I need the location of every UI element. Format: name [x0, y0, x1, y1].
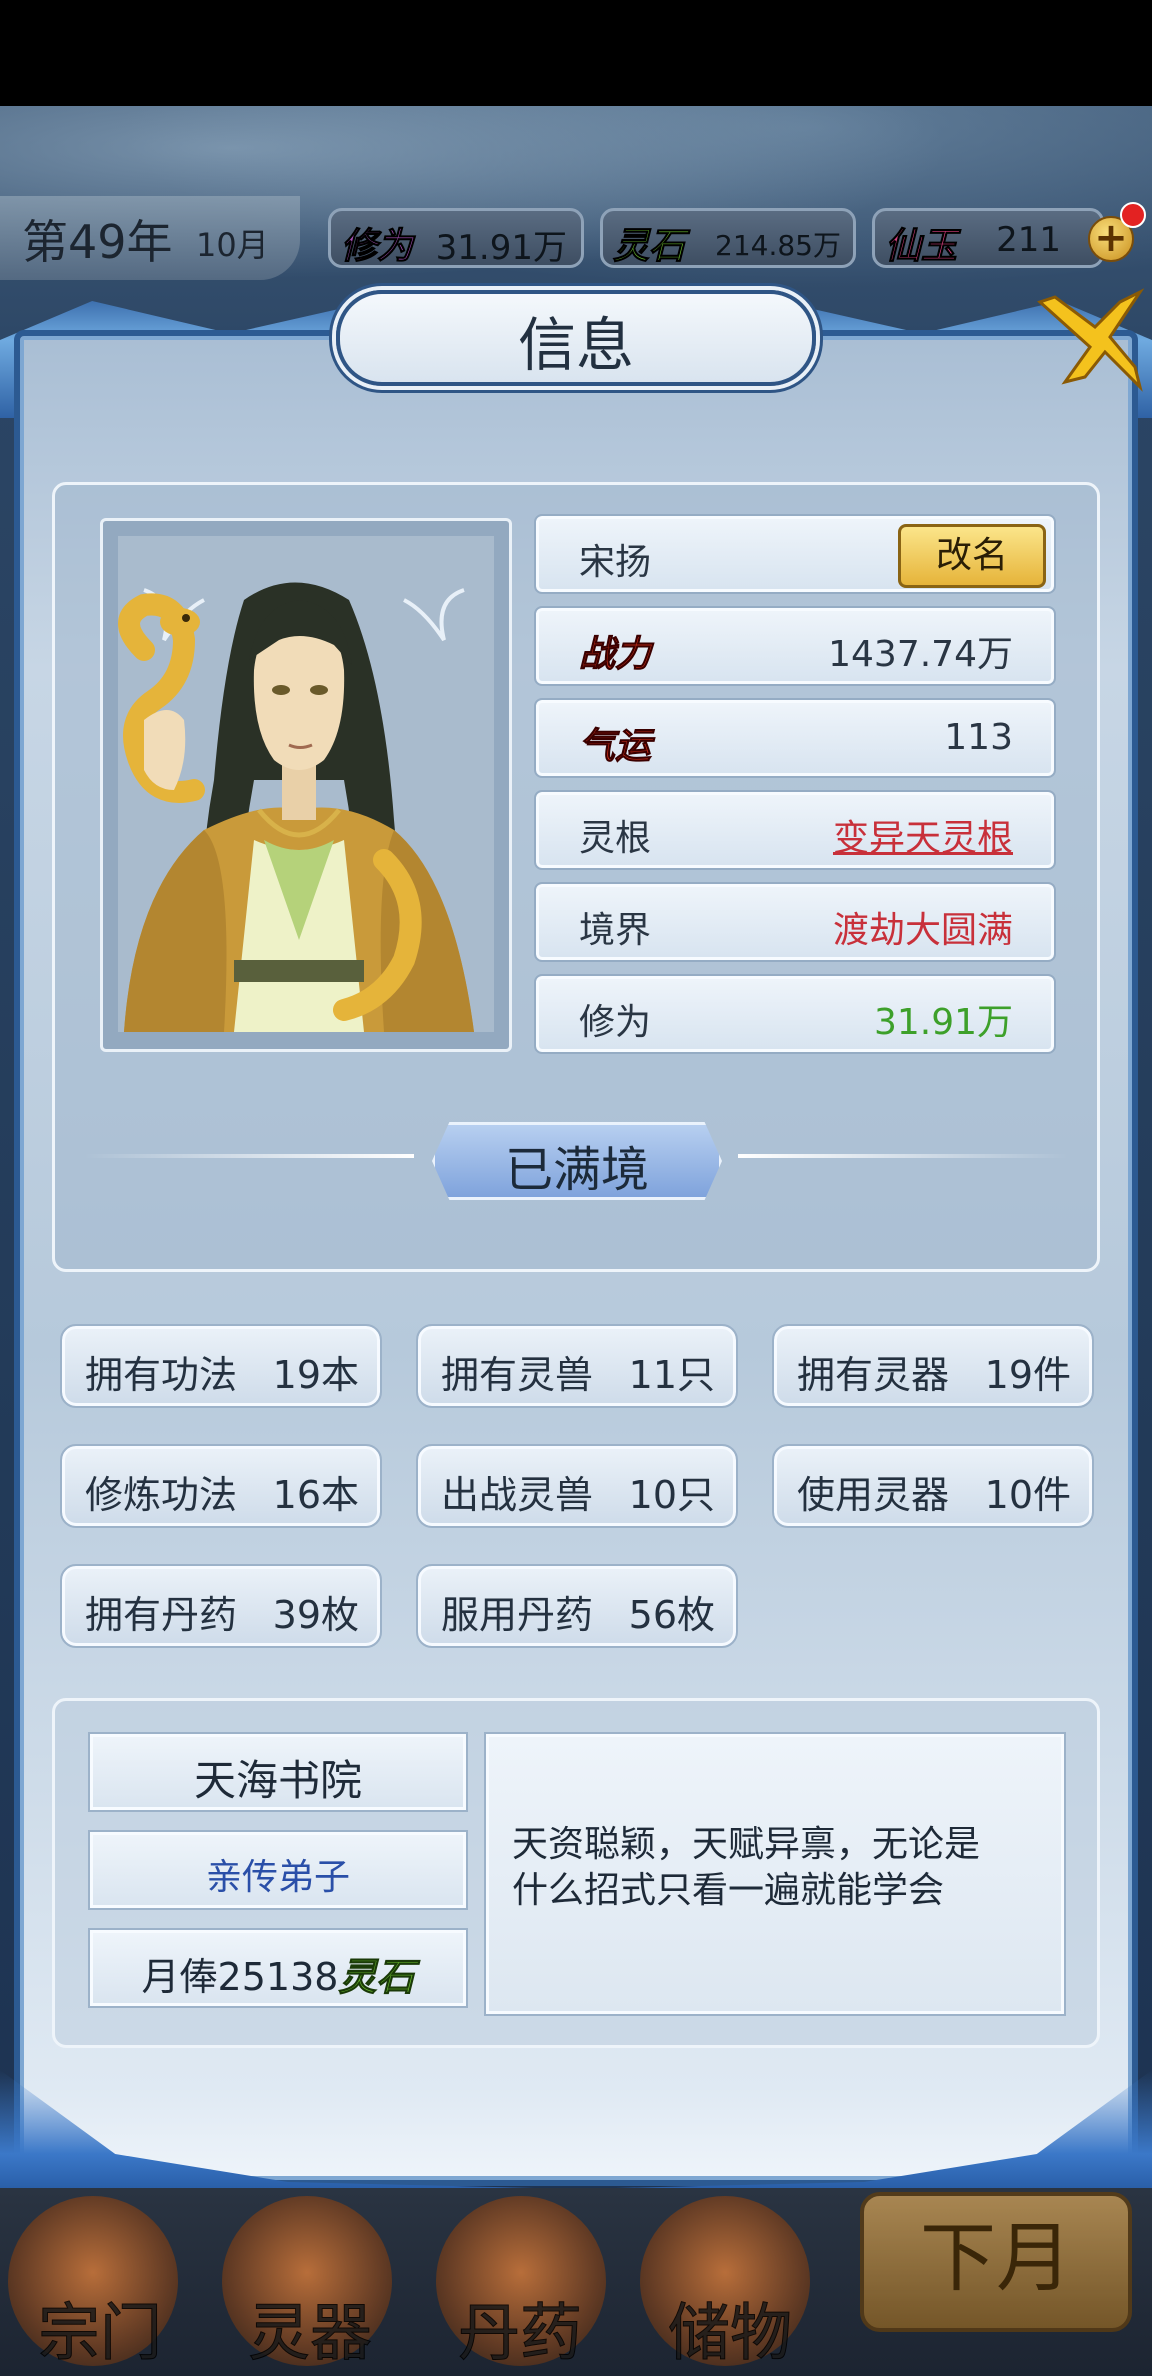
realm-status-text: 已满境: [504, 1142, 649, 1198]
salary-amount: 月俸25138: [141, 1955, 339, 1999]
stat-label: 修为: [579, 1002, 652, 1043]
count-battle-beasts[interactable]: 出战灵兽 10只: [416, 1444, 738, 1528]
realm-decoration-right: [738, 1154, 1068, 1158]
character-portrait: [118, 582, 474, 1032]
close-icon[interactable]: [1030, 272, 1150, 392]
resource-name: 修为: [340, 226, 414, 268]
stat-value: 渡劫大圆满: [832, 910, 1013, 951]
stat-row-combat-power: 战力 1437.74万: [534, 606, 1056, 686]
count-owned-techniques[interactable]: 拥有功法 19本: [60, 1324, 382, 1408]
count-label: 拥有灵兽: [441, 1353, 594, 1397]
status-bar: [0, 0, 1152, 106]
resource-spirit-stone: 灵石 214.85万: [600, 208, 856, 268]
description-line: 天资聪颖，天赋异禀，无论是: [512, 1824, 981, 1865]
stat-label: 境界: [579, 910, 652, 951]
sect-rank: 亲传弟子: [205, 1857, 350, 1898]
count-owned-artifacts[interactable]: 拥有灵器 19件: [772, 1324, 1094, 1408]
resource-name: 仙玉: [884, 226, 958, 268]
realm-decoration-left: [84, 1154, 414, 1158]
count-label: 拥有灵器: [797, 1353, 950, 1397]
spirit-root-link[interactable]: 变异天灵根: [833, 809, 1013, 861]
count-label: 修炼功法: [85, 1473, 238, 1517]
rename-button[interactable]: 改名: [898, 524, 1046, 588]
count-owned-pills[interactable]: 拥有丹药 39枚: [60, 1564, 382, 1648]
stat-row-spirit-root[interactable]: 灵根 变异天灵根: [534, 790, 1056, 870]
stat-label: 战力: [578, 634, 652, 676]
stat-value: 113: [944, 717, 1013, 758]
stat-label: 灵根: [579, 818, 652, 859]
count-value: 16本: [272, 1473, 359, 1517]
count-label: 使用灵器: [797, 1473, 950, 1517]
sect-name-box: 天海书院: [88, 1732, 468, 1812]
description-line: 什么招式只看一遍就能学会: [512, 1870, 945, 1911]
stat-value: 31.91万: [873, 1002, 1013, 1043]
nav-storage[interactable]: 储物: [630, 2282, 830, 2372]
count-owned-beasts[interactable]: 拥有灵兽 11只: [416, 1324, 738, 1408]
count-label: 拥有功法: [85, 1353, 238, 1397]
count-used-artifacts[interactable]: 使用灵器 10件: [772, 1444, 1094, 1528]
count-value: 39枚: [272, 1593, 359, 1637]
character-description: 天资聪颖，天赋异禀，无论是 什么招式只看一遍就能学会: [512, 1822, 1052, 1914]
count-value: 56枚: [628, 1593, 715, 1637]
resource-jade: 仙玉 211: [872, 208, 1104, 268]
notification-dot: [1120, 202, 1146, 228]
character-name: 宋扬: [579, 542, 652, 583]
nav-pills[interactable]: 丹药: [420, 2282, 620, 2372]
count-practiced-techniques[interactable]: 修炼功法 16本: [60, 1444, 382, 1528]
count-value: 19件: [984, 1353, 1071, 1397]
count-label: 服用丹药: [441, 1593, 594, 1637]
sect-rank-box: 亲传弟子: [88, 1830, 468, 1910]
count-value: 11只: [628, 1353, 715, 1397]
count-value: 19本: [272, 1353, 359, 1397]
resource-name: 灵石: [612, 226, 686, 268]
year-text: 第49年: [22, 215, 173, 269]
nav-artifacts[interactable]: 灵器: [210, 2282, 410, 2372]
count-label: 拥有丹药: [85, 1593, 238, 1637]
nav-sect[interactable]: 宗门: [0, 2282, 200, 2372]
resource-value: 31.91万: [435, 228, 567, 268]
sect-name: 天海书院: [193, 1756, 362, 1805]
sect-salary-box: 月俸25138灵石: [88, 1928, 468, 2008]
stat-label: 气运: [578, 726, 652, 768]
spirit-stone-label: 灵石: [338, 1955, 415, 2000]
resource-cultivation: 修为 31.91万: [328, 208, 584, 268]
count-consumed-pills[interactable]: 服用丹药 56枚: [416, 1564, 738, 1648]
stat-row-realm: 境界 渡劫大圆满: [534, 882, 1056, 962]
stat-row-cultivation: 修为 31.91万: [534, 974, 1056, 1054]
count-label: 出战灵兽: [441, 1473, 594, 1517]
resource-value: 211: [996, 220, 1061, 260]
month-text: 10月: [196, 226, 269, 264]
dialog-title: 信息: [517, 311, 634, 379]
resource-value: 214.85万: [715, 229, 841, 262]
count-value: 10只: [628, 1473, 715, 1517]
stat-value: 1437.74万: [828, 634, 1013, 675]
next-month-label: 下月: [920, 2213, 1072, 2302]
stat-row-luck: 气运 113: [534, 698, 1056, 778]
count-value: 10件: [984, 1473, 1071, 1517]
